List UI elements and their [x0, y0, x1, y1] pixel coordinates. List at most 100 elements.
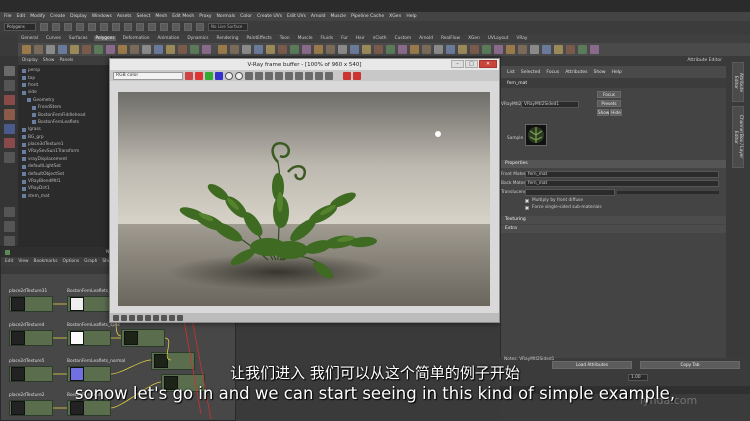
shelf-tool-icon[interactable] — [482, 45, 491, 54]
outliner-item[interactable]: VRayDirt1 — [20, 185, 109, 192]
render-settings-icon[interactable] — [196, 23, 204, 31]
outliner-item[interactable]: BostonFernLeaflets — [20, 119, 109, 126]
shelf-tool-icon[interactable] — [106, 45, 115, 54]
shelf-tool-icon[interactable] — [518, 45, 527, 54]
shelf-tool-icon[interactable] — [362, 45, 371, 54]
render-element-select[interactable]: RGB color — [113, 71, 183, 80]
outliner-item[interactable]: top — [20, 74, 109, 81]
shelf-tool-icon[interactable] — [218, 45, 227, 54]
select-hierarchy-icon[interactable] — [100, 23, 108, 31]
shelf-tool-icon[interactable] — [578, 45, 587, 54]
outliner-menu-panels[interactable]: Panels — [59, 58, 73, 63]
menu-item-edit[interactable]: Edit — [17, 14, 26, 19]
rotate-tool-icon[interactable] — [3, 123, 15, 135]
translucency-slider[interactable] — [617, 191, 719, 194]
outliner-menu-display[interactable]: Display — [22, 58, 38, 63]
focus-button[interactable]: Focus — [597, 91, 621, 98]
undo-icon[interactable] — [76, 23, 84, 31]
shelf-tab-ncloth[interactable]: nCloth — [372, 36, 388, 41]
shelf-tool-icon[interactable] — [266, 45, 275, 54]
node-editor-menu-graph[interactable]: Graph — [84, 259, 97, 264]
outliner-item[interactable]: front — [20, 82, 109, 89]
outliner-item[interactable]: defaultLightSet — [20, 163, 109, 170]
attr-menu-selected[interactable]: Selected — [521, 70, 541, 75]
shelf-tab-muscle[interactable]: Muscle — [297, 36, 314, 41]
shelf-tool-icon[interactable] — [46, 45, 55, 54]
snap-grid-icon[interactable] — [136, 23, 144, 31]
menu-item-windows[interactable]: Windows — [92, 14, 112, 19]
shelf-tool-icon[interactable] — [374, 45, 383, 54]
move-tool-icon[interactable] — [3, 109, 15, 120]
start-render-icon[interactable] — [353, 71, 361, 80]
shelf-tool-icon[interactable] — [566, 45, 575, 54]
shelf-tool-icon[interactable] — [58, 45, 67, 54]
snap-curve-icon[interactable] — [148, 23, 156, 31]
red-channel-icon[interactable] — [195, 71, 203, 80]
shelf-tool-icon[interactable] — [398, 45, 407, 54]
shelf-tool-icon[interactable] — [230, 45, 239, 54]
select-object-icon[interactable] — [112, 23, 120, 31]
shelf-tab-general[interactable]: General — [20, 36, 39, 41]
outliner-item[interactable]: persp — [20, 67, 109, 74]
shelf-tool-icon[interactable] — [338, 45, 347, 54]
shelf-tool-icon[interactable] — [458, 45, 467, 54]
new-scene-icon[interactable] — [40, 23, 48, 31]
shelf-tab-animation[interactable]: Animation — [156, 36, 180, 41]
attr-menu-show[interactable]: Show — [593, 70, 605, 75]
vfb-title-bar[interactable]: V-Ray frame buffer - [100% of 960 x 540]… — [110, 59, 499, 70]
menu-set-select[interactable]: Polygons — [4, 23, 36, 31]
attr-menu-list[interactable]: List — [507, 70, 515, 75]
outliner-item[interactable]: stem_mat — [20, 193, 109, 200]
save-scene-icon[interactable] — [64, 23, 72, 31]
stereo-icon[interactable] — [177, 314, 183, 321]
layout-four-icon[interactable] — [3, 221, 15, 232]
menu-item-mesh[interactable]: Mesh — [155, 14, 167, 19]
shelf-tool-icon[interactable] — [242, 45, 251, 54]
hide-button[interactable]: Hide — [610, 109, 622, 116]
color-correction-icon[interactable] — [113, 314, 119, 321]
shelf-tab-rendering[interactable]: Rendering — [216, 36, 240, 41]
shelf-tab-painteffects[interactable]: PaintEffects — [246, 36, 273, 41]
shelf-tool-icon[interactable] — [130, 45, 139, 54]
outliner-item[interactable]: FrondStem — [20, 104, 109, 111]
srgb-icon[interactable] — [145, 314, 151, 321]
ipr-render-icon[interactable] — [184, 23, 192, 31]
open-scene-icon[interactable] — [52, 23, 60, 31]
minimize-button[interactable]: – — [451, 60, 464, 68]
shelf-tab-realflow[interactable]: RealFlow — [440, 36, 461, 41]
outliner-item[interactable]: BostonFernFiddlehead — [20, 111, 109, 118]
save-image-icon[interactable] — [185, 71, 193, 80]
shelf-tool-icon[interactable] — [22, 45, 31, 54]
outliner-item[interactable]: Geometry — [20, 97, 109, 104]
maximize-button[interactable]: □ — [465, 60, 478, 68]
blue-channel-icon[interactable] — [215, 71, 223, 80]
section-extra[interactable]: Extra — [501, 225, 727, 233]
shelf-tool-icon[interactable] — [202, 45, 211, 54]
menu-item-muscle[interactable]: Muscle — [330, 14, 346, 19]
outliner-item[interactable]: VRaySevSun1Transform — [20, 148, 109, 155]
attr-menu-attributes[interactable]: Attributes — [565, 70, 587, 75]
menu-item-assets[interactable]: Assets — [117, 14, 132, 19]
menu-item-normals[interactable]: Normals — [217, 14, 236, 19]
menu-item-pipeline-cache[interactable]: Pipeline Cache — [351, 14, 384, 19]
layout-outliner-icon[interactable] — [3, 235, 15, 247]
exposure-icon[interactable] — [137, 314, 143, 321]
menu-item-edit-uvs[interactable]: Edit UVs — [287, 14, 306, 19]
shelf-tool-icon[interactable] — [350, 45, 359, 54]
back-material-field[interactable]: fern_mat — [525, 180, 719, 187]
region-render-icon[interactable] — [305, 71, 313, 80]
shelf-tool-icon[interactable] — [254, 45, 263, 54]
snap-point-icon[interactable] — [160, 23, 168, 31]
outliner-menu-show[interactable]: Show — [43, 58, 55, 63]
menu-item-edit-mesh[interactable]: Edit Mesh — [172, 14, 194, 19]
shelf-tool-icon[interactable] — [470, 45, 479, 54]
shelf-tab-arnold[interactable]: Arnold — [418, 36, 434, 41]
force-single-checkbox[interactable] — [525, 206, 529, 210]
outliner-item[interactable]: vrayDisplacement — [20, 156, 109, 163]
duplicate-icon[interactable] — [275, 71, 283, 80]
node-editor-menu-edit[interactable]: Edit — [5, 259, 13, 264]
clear-icon[interactable] — [265, 71, 273, 80]
shelf-tool-icon[interactable] — [94, 45, 103, 54]
menu-item-color[interactable]: Color — [240, 14, 252, 19]
scale-tool-icon[interactable] — [3, 138, 15, 149]
